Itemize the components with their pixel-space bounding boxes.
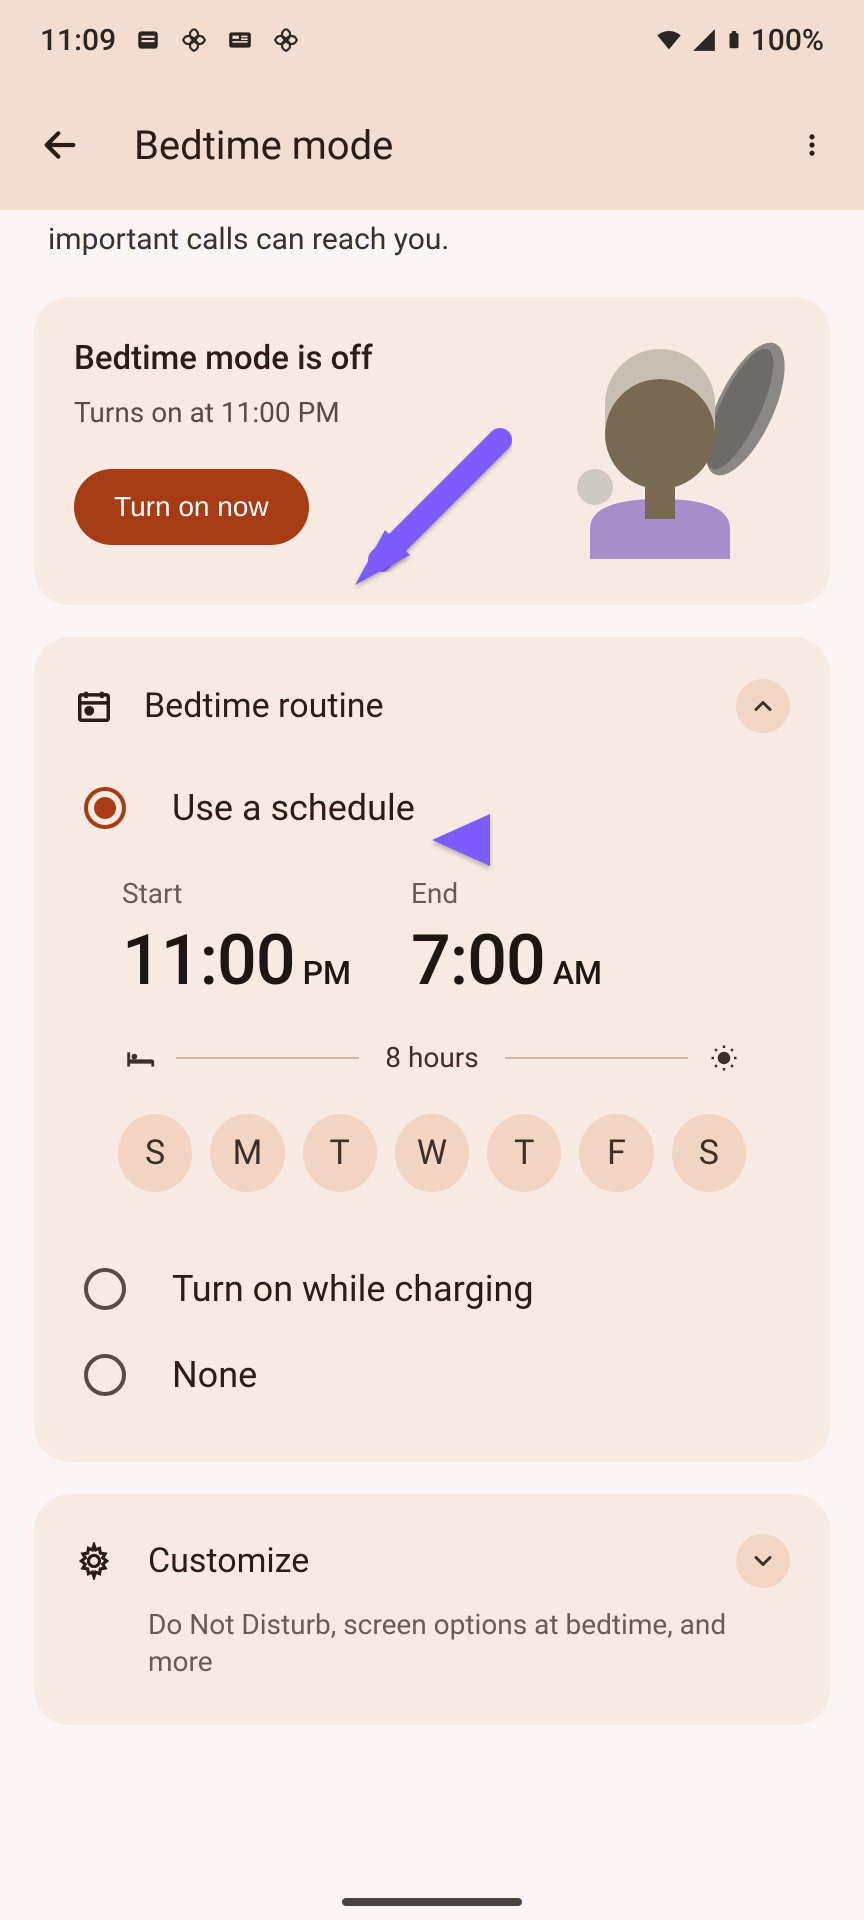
routine-section-header[interactable]: Bedtime routine bbox=[74, 679, 790, 733]
day-thu[interactable]: T bbox=[487, 1114, 561, 1192]
bed-icon bbox=[122, 1040, 158, 1076]
collapse-routine-button[interactable] bbox=[736, 679, 790, 733]
pinwheel-icon bbox=[180, 26, 208, 54]
status-subtitle: Turns on at 11:00 PM bbox=[74, 396, 530, 429]
customize-card[interactable]: Customize Do Not Disturb, screen options… bbox=[34, 1494, 830, 1726]
calendar-icon bbox=[74, 686, 114, 726]
sun-icon bbox=[706, 1040, 742, 1076]
end-ampm: AM bbox=[553, 954, 602, 992]
nav-gesture-bar[interactable] bbox=[342, 1898, 522, 1906]
routine-title: Bedtime routine bbox=[144, 686, 706, 726]
option-while-charging[interactable]: Turn on while charging bbox=[74, 1260, 790, 1318]
start-time-value: 11:00 bbox=[122, 920, 295, 1002]
days-of-week: S M T W T F S bbox=[74, 1106, 790, 1232]
signal-icon bbox=[691, 27, 717, 53]
status-right-icons: 100% bbox=[655, 23, 824, 58]
day-tue[interactable]: T bbox=[303, 1114, 377, 1192]
customize-title: Customize bbox=[148, 1541, 702, 1581]
bedtime-routine-card: Bedtime routine Use a schedule Start 11:… bbox=[34, 637, 830, 1462]
pinwheel-icon-2 bbox=[272, 26, 300, 54]
clock-time: 11:09 bbox=[40, 23, 116, 58]
radio-none[interactable] bbox=[84, 1354, 126, 1396]
radio-none-label: None bbox=[172, 1354, 257, 1396]
end-label: End bbox=[411, 877, 602, 910]
day-sun[interactable]: S bbox=[118, 1114, 192, 1192]
page-title: Bedtime mode bbox=[134, 122, 788, 169]
end-time-picker[interactable]: End 7:00 AM bbox=[411, 877, 602, 1002]
radio-schedule-label: Use a schedule bbox=[172, 787, 415, 829]
news-notif-icon bbox=[226, 26, 254, 54]
expand-customize-button[interactable] bbox=[736, 1534, 790, 1588]
status-title: Bedtime mode is off bbox=[74, 339, 530, 378]
app-bar: Bedtime mode bbox=[0, 80, 864, 210]
start-time-picker[interactable]: Start 11:00 PM bbox=[122, 877, 351, 1002]
radio-charging[interactable] bbox=[84, 1268, 126, 1310]
wifi-icon bbox=[655, 26, 683, 54]
messages-notif-icon bbox=[134, 26, 162, 54]
day-wed[interactable]: W bbox=[395, 1114, 469, 1192]
battery-icon bbox=[725, 25, 743, 55]
duration-text: 8 hours bbox=[377, 1041, 486, 1074]
start-ampm: PM bbox=[303, 954, 351, 992]
start-label: Start bbox=[122, 877, 351, 910]
option-none[interactable]: None bbox=[74, 1346, 790, 1404]
bedtime-status-card: Bedtime mode is off Turns on at 11:00 PM… bbox=[34, 297, 830, 605]
status-bar: 11:09 100% bbox=[0, 0, 864, 80]
duration-indicator: 8 hours bbox=[74, 1002, 790, 1106]
customize-subtitle: Do Not Disturb, screen options at bedtim… bbox=[148, 1606, 790, 1682]
radio-schedule-selected[interactable] bbox=[84, 787, 126, 829]
overflow-menu-button[interactable] bbox=[788, 121, 836, 169]
radio-charging-label: Turn on while charging bbox=[172, 1268, 534, 1310]
end-time-value: 7:00 bbox=[411, 920, 545, 1002]
option-use-schedule[interactable]: Use a schedule bbox=[74, 779, 790, 837]
intro-description: important calls can reach you. bbox=[34, 210, 830, 297]
turn-on-now-button[interactable]: Turn on now bbox=[74, 469, 309, 545]
day-fri[interactable]: F bbox=[579, 1114, 653, 1192]
gear-icon bbox=[74, 1541, 114, 1581]
day-sat[interactable]: S bbox=[672, 1114, 746, 1192]
bedtime-illustration bbox=[550, 339, 790, 559]
back-button[interactable] bbox=[28, 113, 92, 177]
day-mon[interactable]: M bbox=[210, 1114, 284, 1192]
battery-percent: 100% bbox=[751, 23, 824, 58]
